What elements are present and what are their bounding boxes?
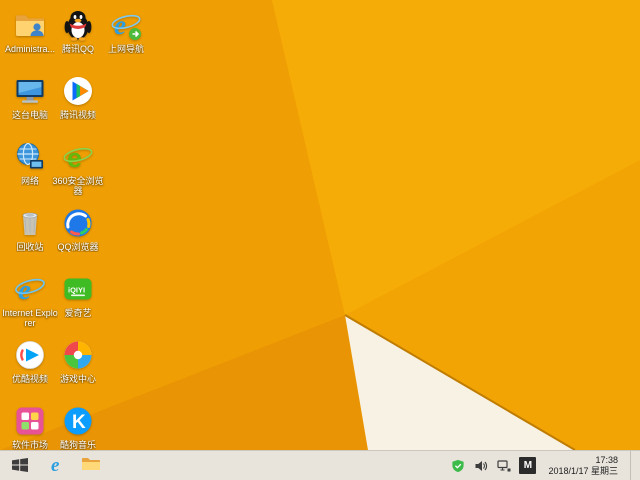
- windows-logo-icon: [11, 457, 29, 475]
- svg-text:iQIYI: iQIYI: [68, 286, 85, 295]
- qq-penguin-icon: [61, 8, 95, 42]
- desktop-icon-web-navigation[interactable]: e 上网导航: [98, 8, 154, 54]
- desktop-icon-label: 回收站: [16, 242, 44, 252]
- recycle-bin-icon: [13, 206, 47, 240]
- pinwheel-game-icon: [61, 338, 95, 372]
- desktop-icon-iqiyi[interactable]: iQIYI 爱奇艺: [50, 272, 106, 318]
- globe-network-icon: [13, 140, 47, 174]
- browser-e-nav-icon: e: [109, 8, 143, 42]
- desktop-icon-kugou-music[interactable]: K 酷狗音乐: [50, 404, 106, 450]
- clock-time: 17:38: [595, 454, 618, 465]
- svg-text:e: e: [114, 10, 126, 40]
- swirl-browser-icon: [61, 206, 95, 240]
- antivirus-tray-icon[interactable]: [450, 458, 465, 473]
- svg-text:e: e: [18, 274, 31, 306]
- start-button[interactable]: [0, 451, 40, 480]
- taskbar-explorer-button[interactable]: [70, 451, 112, 480]
- desktop-icon-360-browser[interactable]: e 360安全浏览器: [50, 140, 106, 196]
- play-button-icon: [61, 74, 95, 108]
- taskbar-left: e: [0, 451, 112, 480]
- ie-icon: e: [13, 272, 47, 306]
- desktop-icon-label: 酷狗音乐: [59, 440, 96, 450]
- network-icon[interactable]: [496, 458, 511, 473]
- app-grid-icon: [13, 404, 47, 438]
- system-tray: M 17:38 2018/1/17 星期三: [450, 451, 640, 480]
- desktop-icon-label: 游戏中心: [59, 374, 96, 384]
- kugou-k-icon: K: [61, 404, 95, 438]
- computer-icon: [13, 74, 47, 108]
- desktop-icon-tencent-video[interactable]: 腾讯视频: [50, 74, 106, 120]
- taskbar-ie-button[interactable]: e: [40, 451, 70, 480]
- desktop-icon-label: 360安全浏览器: [52, 176, 104, 196]
- desktop-icon-label: 软件市场: [11, 440, 48, 450]
- taskbar: e M 17:38 2018/1/17 星期三: [0, 450, 640, 480]
- desktop-icon-label: 优酷视频: [11, 374, 48, 384]
- svg-text:e: e: [67, 143, 82, 173]
- desktop-icon-label: 上网导航: [107, 44, 144, 54]
- desktop-icon-label: 网络: [20, 176, 39, 186]
- taskbar-clock[interactable]: 17:38 2018/1/17 星期三: [544, 451, 622, 480]
- desktop-icon-label: 腾讯视频: [59, 110, 96, 120]
- show-desktop-button[interactable]: [630, 451, 637, 480]
- folder-icon: [81, 456, 101, 475]
- youku-play-icon: [13, 338, 47, 372]
- ie-icon: e: [51, 455, 60, 476]
- iqiyi-icon: iQIYI: [61, 272, 95, 306]
- desktop: Administra... 腾讯QQ e 上网导航 这台电脑 腾讯视频 网络 e…: [0, 0, 640, 480]
- desktop-icon-label: 腾讯QQ: [61, 44, 94, 54]
- svg-text:K: K: [72, 412, 86, 433]
- desktop-icon-label: Administra...: [4, 44, 55, 54]
- volume-icon[interactable]: [473, 458, 488, 473]
- desktop-icon-label: 爱奇艺: [64, 308, 92, 318]
- user-folder-icon: [13, 8, 47, 42]
- desktop-icon-game-center[interactable]: 游戏中心: [50, 338, 106, 384]
- desktop-icon-qq-browser[interactable]: QQ浏览器: [50, 206, 106, 252]
- input-method-indicator[interactable]: M: [519, 457, 537, 474]
- green-e-browser-icon: e: [61, 140, 95, 174]
- desktop-icon-label: 这台电脑: [11, 110, 48, 120]
- clock-date: 2018/1/17 星期三: [548, 465, 618, 476]
- desktop-icon-label: QQ浏览器: [57, 242, 99, 252]
